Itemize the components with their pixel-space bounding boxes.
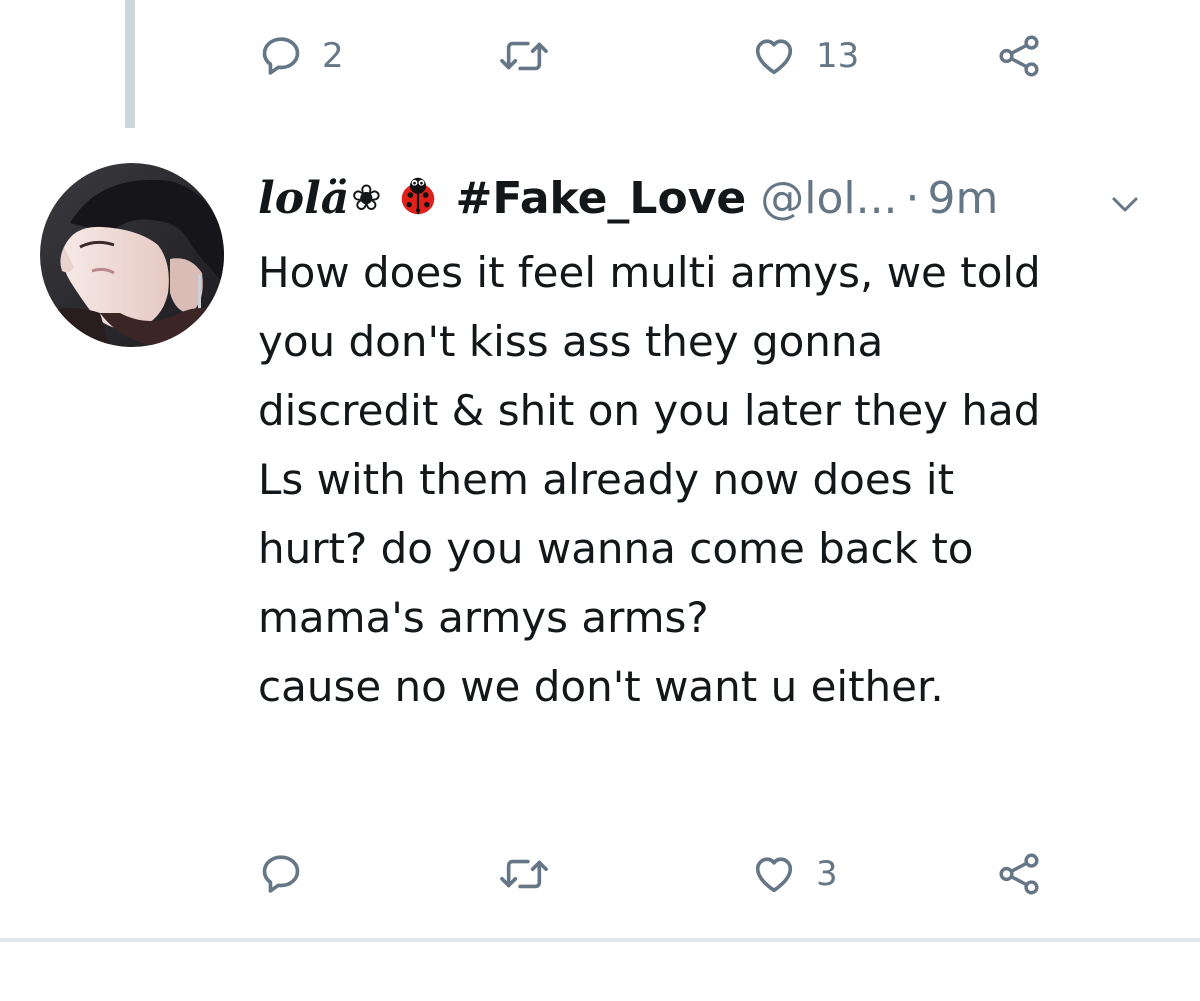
reply-bubble-icon	[258, 33, 304, 79]
tweet-text-line: cause no we don't want u either.	[258, 662, 944, 711]
author-display-name[interactable]: lolä	[258, 177, 349, 221]
share-button[interactable]	[994, 26, 1044, 86]
tweet-text-line: How does it feel multi armys, we told	[258, 248, 1041, 297]
like-count: 3	[816, 854, 838, 894]
share-nodes-icon	[994, 33, 1044, 79]
retweet-button[interactable]	[496, 844, 552, 904]
ladybug-emoji-icon	[395, 172, 441, 226]
retweet-button[interactable]	[496, 26, 552, 86]
chevron-down-icon	[1110, 176, 1140, 227]
author-handle[interactable]: @lol...	[760, 177, 897, 221]
reply-count: 2	[322, 36, 344, 76]
retweet-arrows-icon	[496, 851, 552, 897]
reply-bubble-icon	[258, 851, 304, 897]
thread-connector-line	[125, 0, 135, 128]
like-button[interactable]: 13	[750, 26, 859, 86]
tweet-divider	[0, 938, 1200, 942]
author-avatar[interactable]	[40, 163, 224, 347]
share-button[interactable]	[994, 844, 1044, 904]
tweet-timestamp[interactable]: 9m	[928, 177, 999, 221]
tweet-text-line: Ls with them already now does it	[258, 455, 955, 504]
tweet-text-line: discredit & shit on you later they had	[258, 386, 1041, 435]
tweet-header: lolä ❀ #Fake_Love @lol... · 9m	[258, 168, 1178, 230]
name-flower-symbol: ❀	[351, 178, 382, 219]
share-nodes-icon	[994, 851, 1044, 897]
tweet-text-line: hurt? do you wanna come back to	[258, 524, 974, 573]
tweet-options-button[interactable]	[1110, 180, 1140, 224]
author-name-hashtag[interactable]: #Fake_Love	[455, 177, 746, 221]
avatar-photo	[40, 163, 224, 347]
tweet-text-line: you don't kiss ass they gonna	[258, 317, 884, 366]
heart-icon	[750, 851, 798, 897]
heart-icon	[750, 33, 798, 79]
tweet-text-line: mama's armys arms?	[258, 593, 709, 642]
tweet-action-bar: 3	[258, 844, 1118, 904]
header-separator: ·	[905, 173, 920, 224]
retweet-arrows-icon	[496, 33, 552, 79]
previous-tweet-action-bar: 2 13	[258, 26, 1118, 86]
like-count: 13	[816, 36, 860, 76]
like-button[interactable]: 3	[750, 844, 838, 904]
tweet-text: How does it feel multi armys, we told yo…	[258, 238, 1178, 721]
reply-button[interactable]	[258, 844, 304, 904]
reply-button[interactable]: 2	[258, 26, 344, 86]
